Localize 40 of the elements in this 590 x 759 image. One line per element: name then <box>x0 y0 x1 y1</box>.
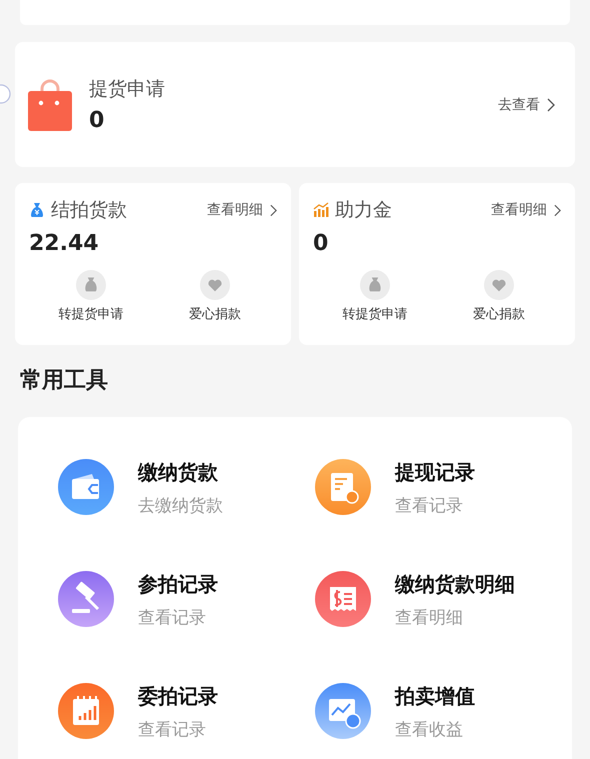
money-bag-icon[interactable] <box>76 270 106 300</box>
pickup-count: 0 <box>89 108 106 133</box>
tool-title[interactable]: 委拍记录 <box>138 683 218 710</box>
action-label[interactable]: 转提货申请 <box>342 305 408 323</box>
money-bag-icon[interactable] <box>360 270 390 300</box>
tool-title[interactable]: 拍卖增值 <box>395 683 475 710</box>
money-bag-icon <box>29 202 45 218</box>
receipt-icon[interactable] <box>315 459 371 515</box>
bill-icon[interactable] <box>315 571 371 627</box>
fund-amount: 0 <box>313 231 330 256</box>
view-link[interactable]: 去查看 <box>498 96 540 114</box>
shopping-bag-icon <box>27 78 73 130</box>
chevron-right-icon <box>547 98 555 112</box>
tool-title[interactable]: 缴纳货款 <box>138 459 223 486</box>
gavel-icon[interactable] <box>58 571 114 627</box>
action-label[interactable]: 爱心捐款 <box>473 305 525 323</box>
chevron-right-icon <box>270 204 277 216</box>
bar-chart-icon <box>313 202 329 218</box>
calendar-icon[interactable] <box>58 683 114 739</box>
tool-subtitle: 查看记录 <box>138 719 207 741</box>
tool-title[interactable]: 缴纳货款明细 <box>395 571 515 598</box>
growth-icon[interactable] <box>315 683 371 739</box>
fund-title: 助力金 <box>335 198 393 223</box>
pickup-title: 提货申请 <box>89 77 166 102</box>
details-link[interactable]: 查看明细 <box>491 201 547 219</box>
tool-subtitle: 去缴纳货款 <box>138 495 223 517</box>
tool-subtitle: 查看记录 <box>138 607 207 629</box>
tool-subtitle: 查看明细 <box>395 607 464 629</box>
action-label[interactable]: 爱心捐款 <box>189 305 241 323</box>
action-label[interactable]: 转提货申请 <box>58 305 124 323</box>
section-title: 常用工具 <box>20 367 109 395</box>
chevron-right-icon <box>554 204 561 216</box>
tool-title[interactable]: 提现记录 <box>395 459 475 486</box>
fund-amount: 22.44 <box>29 231 100 256</box>
details-link[interactable]: 查看明细 <box>207 201 263 219</box>
fund-title: 结拍货款 <box>51 198 128 223</box>
wallet-icon[interactable] <box>58 459 114 515</box>
tool-subtitle: 查看收益 <box>395 719 464 741</box>
tool-title[interactable]: 参拍记录 <box>138 571 218 598</box>
tool-subtitle: 查看记录 <box>395 495 464 517</box>
